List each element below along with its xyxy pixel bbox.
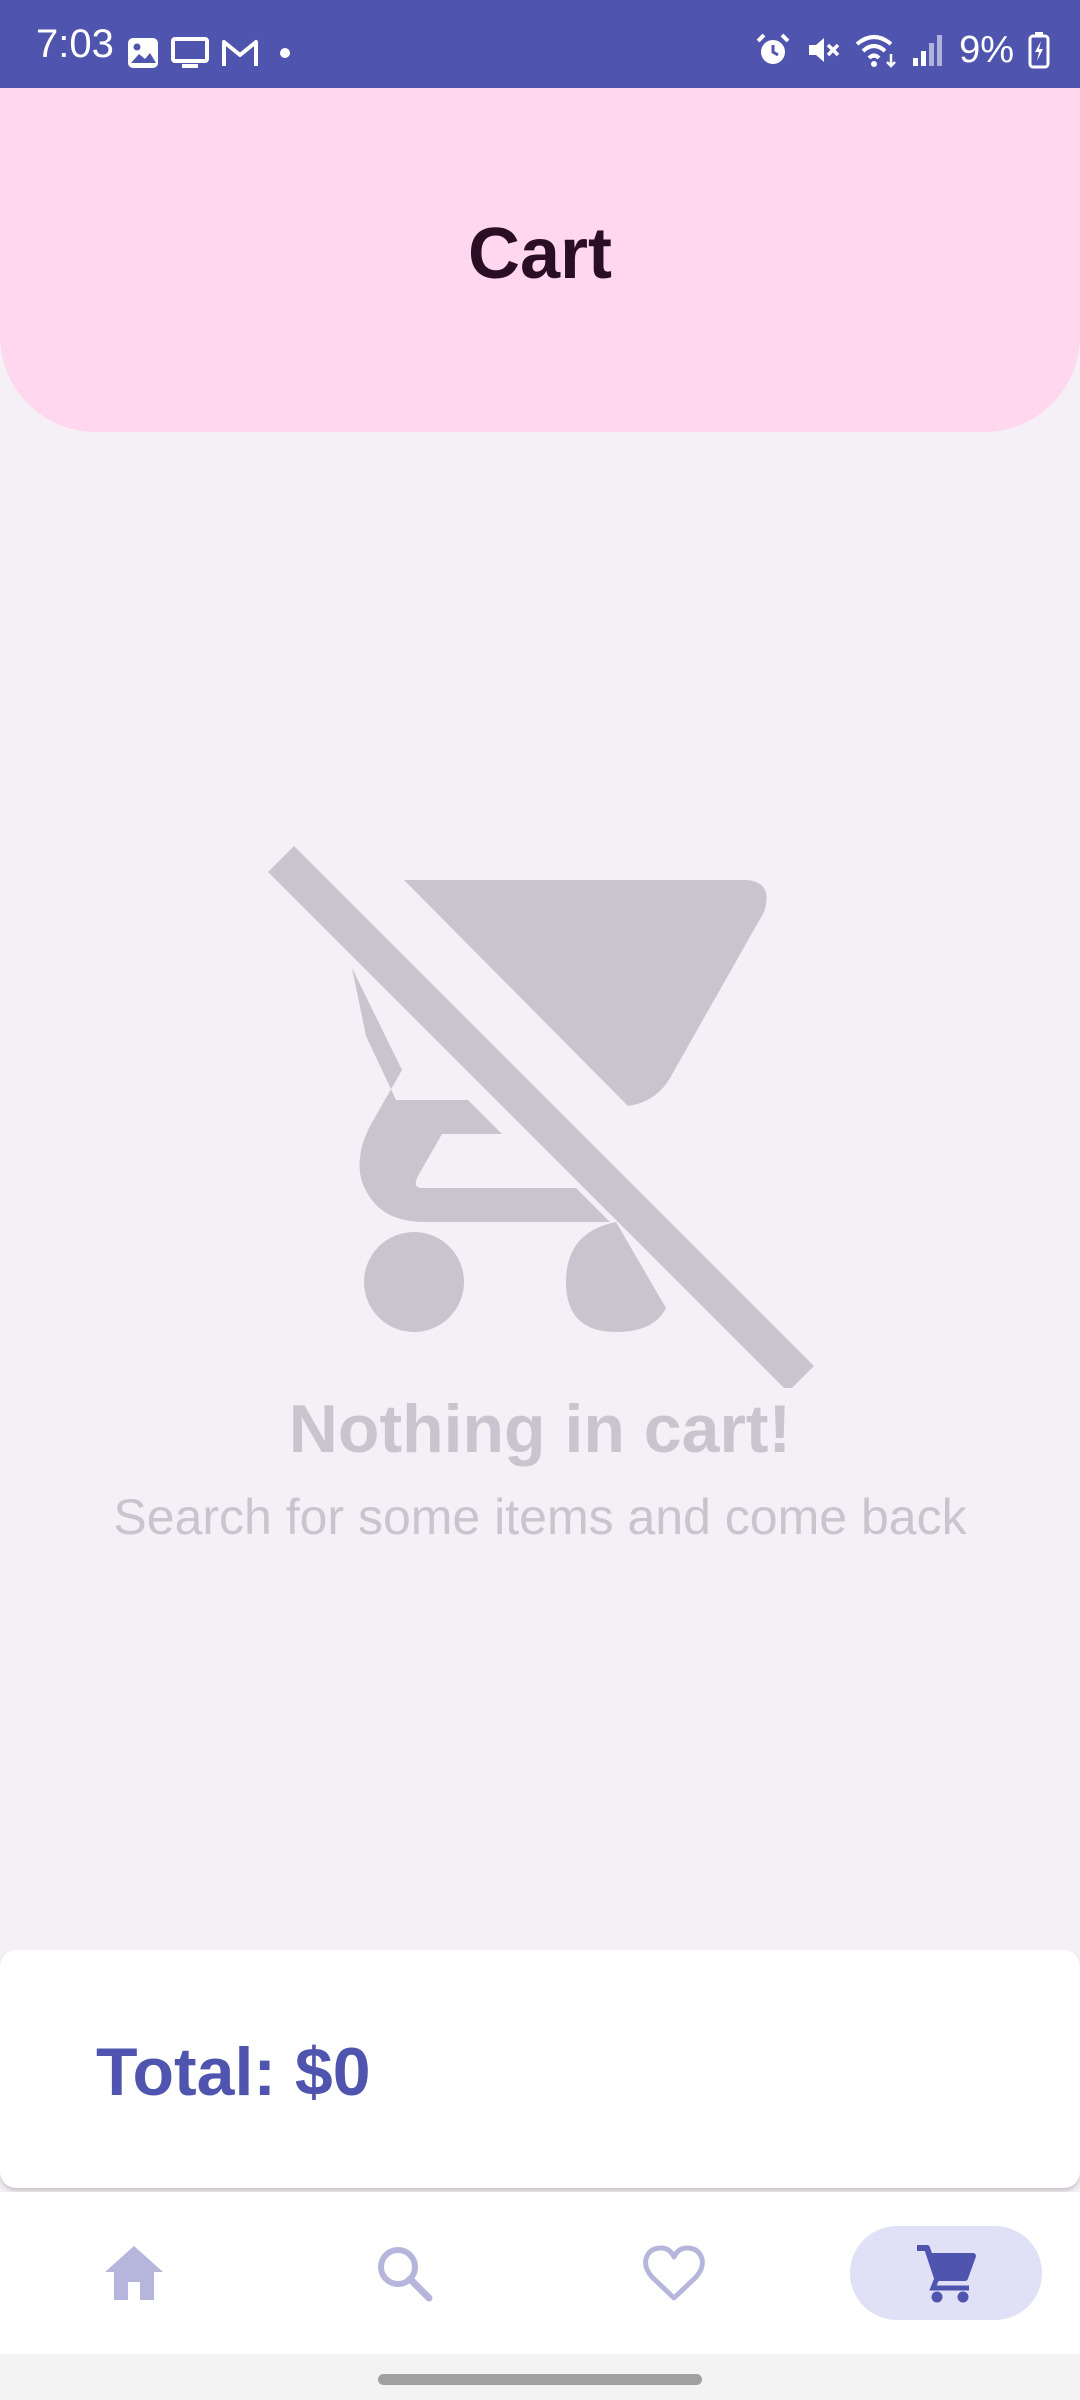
home-icon — [105, 2246, 163, 2300]
total-amount: Total: $0 — [96, 2034, 371, 2110]
heart-icon — [643, 2245, 705, 2301]
cart-icon — [917, 2245, 976, 2303]
empty-cart-subtitle: Search for some items and come back — [113, 1489, 967, 1545]
gesture-navigation-area — [0, 2354, 1080, 2400]
dot-icon — [280, 48, 290, 58]
cart-header: Cart — [0, 88, 1080, 432]
page-title: Cart — [467, 214, 613, 294]
nav-favorites[interactable] — [578, 2226, 770, 2320]
total-card: Total: $0 — [0, 1950, 1080, 2188]
search-icon — [378, 2247, 433, 2302]
nav-home[interactable] — [38, 2226, 230, 2320]
home-gesture-bar[interactable] — [378, 2374, 702, 2385]
cart-off-icon — [268, 846, 814, 1388]
mute-icon — [809, 38, 840, 62]
notification-icons — [126, 36, 300, 70]
nav-cart[interactable] — [850, 2226, 1042, 2320]
status-bar: 7:03 9% — [0, 0, 1080, 88]
bottom-navigation — [0, 2192, 1080, 2354]
gmail-icon — [222, 40, 258, 66]
status-time: 7:03 — [36, 22, 114, 66]
wifi-icon — [855, 35, 896, 68]
battery-percentage: 9% — [959, 29, 1014, 71]
battery-icon — [1028, 32, 1050, 69]
alarm-icon — [756, 33, 790, 64]
system-icons: 9% — [755, 28, 1050, 72]
empty-cart-title: Nothing in cart! — [288, 1391, 792, 1467]
image-icon — [128, 38, 158, 68]
signal-icon — [913, 35, 943, 66]
nav-search[interactable] — [308, 2226, 500, 2320]
tv-icon — [171, 37, 209, 68]
